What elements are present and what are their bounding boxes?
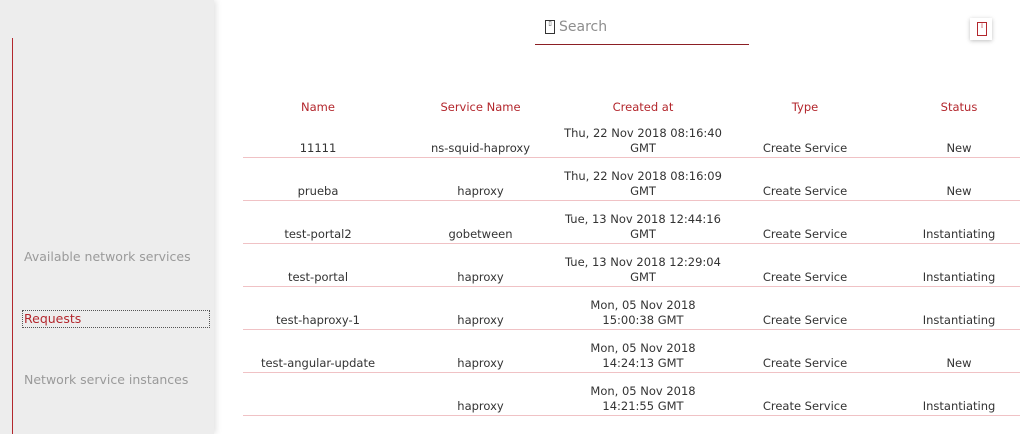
cell-service-name: haproxy [457,313,504,327]
cell-name: 11111 [299,141,337,155]
cell-service-name: haproxy [457,184,504,198]
table-row[interactable]: prueba haproxy Thu, 22 Nov 2018 08:16:09… [243,157,1020,201]
table-row[interactable]: test-portal2 gobetween Tue, 13 Nov 2018 … [243,200,1020,244]
sidebar-item-available-network-services[interactable]: Available network services [24,249,191,264]
column-header-service-name[interactable]: Service Name [413,100,548,114]
cell-created-at: Thu, 22 Nov 2018 08:16:40 GMT [564,126,722,155]
cell-status: New [946,141,972,155]
column-header-status[interactable]: Status [893,100,1020,114]
cell-name: test-haproxy-1 [276,313,360,327]
cell-type: Create Service [762,141,848,155]
cell-type: Create Service [762,184,848,198]
cell-type: Create Service [762,270,848,284]
sidebar-item-requests[interactable]: Requests [22,310,210,328]
cell-service-name: ns-squid-haproxy [430,141,531,155]
cell-status: Instantiating [922,399,996,413]
table-row[interactable]: test-angular-update haproxy Mon, 05 Nov … [243,329,1020,373]
cell-name: test-portal [287,270,349,284]
cell-created-at: Mon, 05 Nov 2018 14:24:13 GMT [590,341,696,370]
column-header-created-at[interactable]: Created at [553,100,733,114]
column-header-name[interactable]: Name [243,100,393,114]
cell-type: Create Service [762,227,848,241]
cell-status: Instantiating [922,270,996,284]
cell-type: Create Service [762,313,848,327]
table-row[interactable]: test-portal haproxy Tue, 13 Nov 2018 12:… [243,243,1020,287]
cell-name: prueba [297,184,339,198]
table-row[interactable]: 11111 ns-squid-haproxy Thu, 22 Nov 2018 … [243,114,1020,158]
table-header: Name Service Name Created at Type Status [243,100,1020,114]
cell-name: test-angular-update [260,356,376,370]
cell-created-at: Mon, 05 Nov 2018 15:00:38 GMT [590,298,696,327]
column-header-type[interactable]: Type [740,100,870,114]
cell-service-name: haproxy [457,270,504,284]
cell-type: Create Service [762,399,848,413]
search-icon: ▯ [545,20,555,34]
cell-type: Create Service [762,356,848,370]
search-field[interactable]: ▯ Search [535,17,749,45]
cell-created-at: Tue, 13 Nov 2018 12:44:16 GMT [565,212,721,241]
cell-status: Instantiating [922,227,996,241]
cell-status: Instantiating [922,313,996,327]
sidebar-accent-line [12,38,13,434]
cell-status: New [946,356,972,370]
cell-service-name: haproxy [457,356,504,370]
logout-button[interactable]: ▯ [970,18,992,40]
cell-name: test-portal2 [284,227,352,241]
search-input[interactable]: Search [559,19,607,35]
cell-created-at: Thu, 22 Nov 2018 08:16:09 GMT [564,169,722,198]
sidebar: Available network services Requests Netw… [0,0,214,434]
table-row[interactable]: haproxy Mon, 05 Nov 2018 14:21:55 GMT Cr… [243,372,1020,416]
logout-icon: ▯ [977,22,987,36]
sidebar-item-network-service-instances[interactable]: Network service instances [24,372,188,387]
table-row[interactable]: test-haproxy-1 haproxy Mon, 05 Nov 2018 … [243,286,1020,330]
cell-name [243,372,393,415]
cell-service-name: haproxy [457,399,504,413]
cell-created-at: Mon, 05 Nov 2018 14:21:55 GMT [590,384,696,413]
cell-status: New [946,184,972,198]
cell-service-name: gobetween [448,227,513,241]
cell-created-at: Tue, 13 Nov 2018 12:29:04 GMT [565,255,721,284]
